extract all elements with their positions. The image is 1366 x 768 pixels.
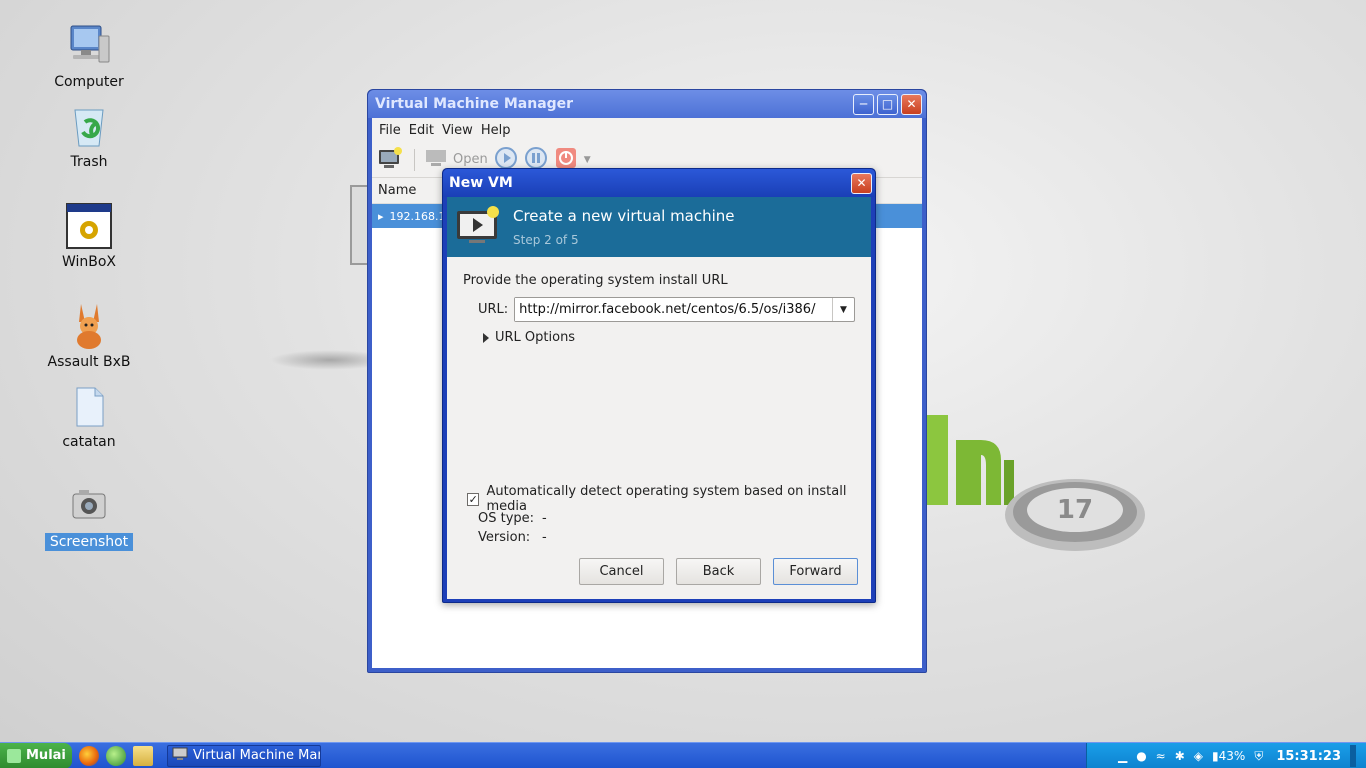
quick-launch bbox=[72, 745, 153, 766]
url-combo: ▼ bbox=[514, 297, 855, 322]
desktop-icon-label: Screenshot bbox=[44, 533, 134, 551]
autodetect-checkbox[interactable]: ✓ bbox=[467, 492, 480, 506]
version-label: Version: bbox=[478, 530, 531, 545]
show-desktop-icon[interactable]: ▁ bbox=[1118, 749, 1127, 763]
globe-icon[interactable] bbox=[106, 745, 126, 766]
wifi-icon[interactable]: ≈ bbox=[1156, 749, 1166, 763]
trash-icon bbox=[65, 102, 113, 150]
panel-handle-icon[interactable] bbox=[1350, 745, 1356, 767]
computer-icon bbox=[65, 22, 113, 70]
user-icon[interactable]: ● bbox=[1136, 749, 1146, 763]
svg-text:17: 17 bbox=[1057, 495, 1093, 525]
file-icon bbox=[65, 382, 113, 430]
winbox-icon bbox=[65, 202, 113, 250]
dialog-buttons: Cancel Back Forward bbox=[579, 558, 858, 585]
desktop-icon-screenshot[interactable]: Screenshot bbox=[44, 482, 134, 551]
minimize-icon: ─ bbox=[859, 97, 868, 111]
new-vm-dialog: New VM ✕ Create a new virtual machine St… bbox=[442, 168, 876, 603]
desktop-icon-catatan[interactable]: catatan bbox=[44, 382, 134, 451]
shield-icon[interactable]: ⛨ bbox=[1254, 749, 1263, 764]
cancel-button[interactable]: Cancel bbox=[579, 558, 664, 585]
desktop-icon-label: catatan bbox=[62, 434, 116, 450]
chevron-down-icon: ▼ bbox=[840, 304, 847, 315]
expander-arrow-icon[interactable]: ▸ bbox=[378, 210, 384, 223]
battery-percent: 43% bbox=[1218, 749, 1246, 763]
version-value: - bbox=[542, 530, 547, 545]
clock[interactable]: 15:31:23 bbox=[1276, 749, 1341, 764]
vmm-titlebar[interactable]: Virtual Machine Manager ─ □ ✕ bbox=[368, 90, 926, 118]
dialog-title: New VM bbox=[449, 175, 513, 191]
monitor-icon bbox=[425, 149, 447, 171]
desktop-icon-assault-bxb[interactable]: Assault BxB bbox=[44, 302, 134, 371]
battery-icon[interactable]: ▮43% bbox=[1212, 749, 1245, 763]
url-label: URL: bbox=[478, 302, 509, 317]
url-options-label: URL Options bbox=[495, 330, 576, 345]
chevron-down-icon[interactable]: ▼ bbox=[584, 155, 591, 165]
system-tray: ▁ ● ≈ ✱ ◈ ▮43% ⛨ 15:31:23 bbox=[1086, 743, 1366, 768]
forward-button[interactable]: Forward bbox=[773, 558, 858, 585]
dialog-close-button[interactable]: ✕ bbox=[851, 172, 872, 194]
toolbar-separator bbox=[414, 148, 415, 171]
dialog-header: Create a new virtual machine Step 2 of 5 bbox=[447, 197, 871, 257]
vmm-menubar: File Edit View Help bbox=[372, 118, 922, 142]
desktop-icon-computer[interactable]: Computer bbox=[44, 22, 134, 91]
dialog-titlebar[interactable]: New VM ✕ bbox=[443, 169, 875, 197]
camera-icon bbox=[65, 482, 113, 530]
url-input[interactable] bbox=[515, 298, 832, 321]
menu-edit[interactable]: Edit bbox=[405, 123, 438, 138]
start-label: Mulai bbox=[26, 748, 66, 763]
desktop-icon-winbox[interactable]: WinBoX bbox=[44, 202, 134, 271]
wallpaper-mint-badge: 17 bbox=[1005, 479, 1145, 551]
new-vm-icon bbox=[455, 205, 501, 249]
menu-view[interactable]: View bbox=[438, 123, 477, 138]
expander-arrow-icon bbox=[483, 332, 489, 343]
taskbar-window-label: Virtual Machine Man... bbox=[193, 748, 320, 763]
desktop-icon-label: Computer bbox=[54, 74, 124, 90]
firefox-icon[interactable] bbox=[79, 745, 99, 766]
os-type-label: OS type: bbox=[478, 511, 535, 526]
url-options-expander[interactable]: URL Options bbox=[463, 330, 855, 345]
minimize-button[interactable]: ─ bbox=[853, 93, 874, 115]
menu-help[interactable]: Help bbox=[477, 123, 515, 138]
taskbar-window-vmm[interactable]: Virtual Machine Man... bbox=[167, 744, 321, 767]
open-label: Open bbox=[453, 152, 488, 167]
checkmark-icon: ✓ bbox=[468, 492, 478, 506]
step-indicator: Step 2 of 5 bbox=[513, 233, 579, 247]
maximize-button[interactable]: □ bbox=[877, 93, 898, 115]
dialog-heading: Create a new virtual machine bbox=[513, 207, 735, 225]
install-url-prompt: Provide the operating system install URL bbox=[463, 273, 728, 288]
desktop-icon-label: Trash bbox=[70, 154, 108, 170]
close-button[interactable]: ✕ bbox=[901, 93, 922, 115]
rabbit-icon bbox=[65, 302, 113, 350]
new-vm-icon[interactable] bbox=[378, 146, 404, 174]
start-button[interactable]: Mulai bbox=[0, 742, 72, 768]
back-button[interactable]: Back bbox=[676, 558, 761, 585]
bluetooth-icon[interactable]: ✱ bbox=[1175, 749, 1185, 763]
menu-file[interactable]: File bbox=[375, 123, 405, 138]
desktop-icon-label: WinBoX bbox=[61, 254, 117, 270]
desktop-icon-trash[interactable]: Trash bbox=[44, 102, 134, 171]
close-icon: ✕ bbox=[856, 176, 867, 190]
network-icon[interactable]: ◈ bbox=[1194, 749, 1203, 763]
os-info: OS type: - Version: - bbox=[478, 509, 547, 547]
maximize-icon: □ bbox=[881, 97, 894, 111]
url-dropdown-button[interactable]: ▼ bbox=[832, 298, 854, 321]
vmm-app-icon bbox=[172, 747, 188, 765]
mint-logo-icon bbox=[7, 748, 21, 763]
vmm-title: Virtual Machine Manager bbox=[375, 96, 574, 112]
taskbar: Mulai Virtual Machine Man... ▁ ● ≈ ✱ ◈ ▮… bbox=[0, 742, 1366, 768]
folder-icon[interactable] bbox=[133, 745, 153, 766]
close-icon: ✕ bbox=[906, 97, 917, 111]
os-type-value: - bbox=[542, 511, 547, 526]
desktop-icon-label: Assault BxB bbox=[47, 354, 131, 370]
